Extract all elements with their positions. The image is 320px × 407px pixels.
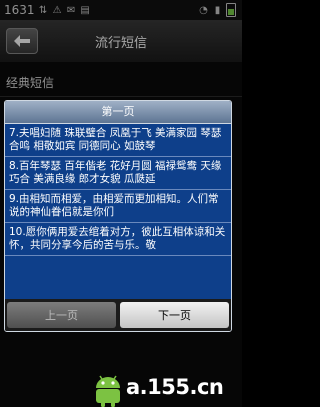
message-dialog: 第一页 7.夫唱妇随 珠联璧合 凤凰于飞 美满家园 琴瑟合鸣 相敬如宾 同德同心…: [4, 100, 232, 332]
message-list[interactable]: 7.夫唱妇随 珠联璧合 凤凰于飞 美满家园 琴瑟合鸣 相敬如宾 同德同心 如鼓琴…: [5, 124, 231, 299]
message-item[interactable]: 9.由相知而相爱，由相爱而更加相知。人们常说的神仙眷侣就是你们: [5, 190, 231, 223]
android-robot-icon: [96, 375, 120, 407]
watermark-text: a.155.cn: [126, 375, 224, 399]
message-item[interactable]: 8.百年琴瑟 百年偕老 花好月圆 福禄鸳鸯 天缘巧合 美满良缘 郎才女貌 瓜瓞延: [5, 157, 231, 190]
dialog-button-bar: 上一页 下一页: [5, 299, 231, 331]
dialog-title: 第一页: [5, 101, 231, 124]
prev-page-button[interactable]: 上一页: [7, 302, 116, 328]
watermark-logo: a.155.cn: [92, 373, 242, 407]
message-item[interactable]: 7.夫唱妇随 珠联璧合 凤凰于飞 美满家园 琴瑟合鸣 相敬如宾 同德同心 如鼓琴: [5, 124, 231, 157]
next-page-button[interactable]: 下一页: [120, 302, 229, 328]
message-item[interactable]: 10.愿你俩用爱去绾着对方，彼此互相体谅和关怀，共同分享今后的苦与乐。敬: [5, 223, 231, 256]
